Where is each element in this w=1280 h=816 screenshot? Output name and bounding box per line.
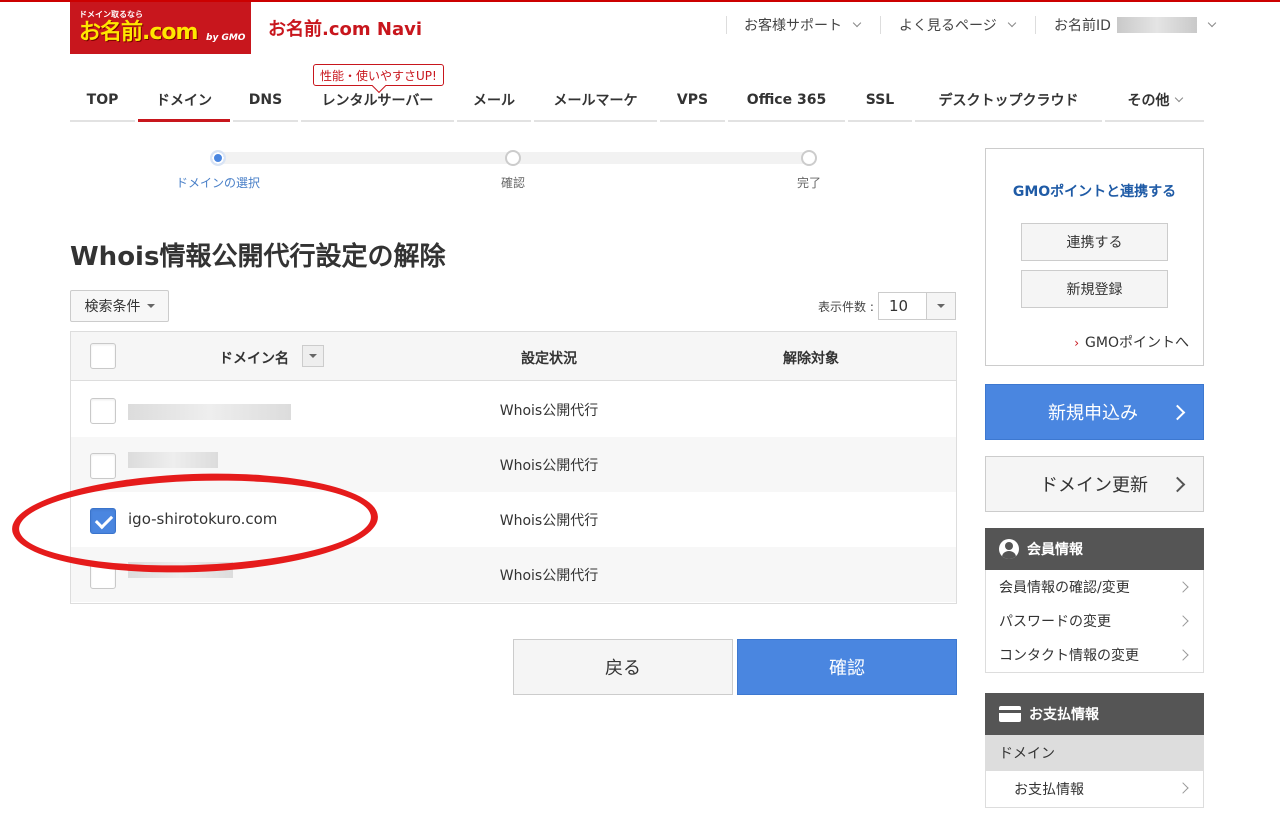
caret-down-icon	[146, 304, 155, 308]
chevron-right-icon	[1169, 476, 1186, 493]
chevron-right-icon	[1177, 782, 1189, 794]
member-info-title: 会員情報	[1027, 542, 1083, 558]
display-count-value: 10	[889, 297, 909, 315]
tab-dns[interactable]: DNS	[233, 80, 298, 122]
password-change-link[interactable]: パスワードの変更	[986, 604, 1203, 638]
onamae-logo[interactable]: ドメイン取るなら お名前.com by GMO	[70, 2, 251, 54]
table-row: Whois公開代行	[71, 382, 956, 437]
back-button[interactable]: 戻る	[513, 639, 733, 695]
domain-renewal-label: ドメイン更新	[1040, 475, 1148, 496]
chevron-right-icon	[1169, 404, 1186, 421]
select-all-checkbox[interactable]	[90, 343, 116, 369]
gmo-points-panel: GMOポイントと連携する 連携する 新規登録 › GMOポイントへ	[985, 148, 1204, 366]
header-divider	[880, 16, 881, 34]
gmo-link-button[interactable]: 連携する	[1021, 223, 1168, 261]
tab-domain[interactable]: ドメイン	[138, 80, 230, 122]
masked-domain-name	[128, 452, 218, 468]
row-checkbox[interactable]	[90, 453, 116, 479]
column-release-target: 解除対象	[783, 351, 839, 367]
payment-info-header: お支払情報	[985, 693, 1204, 735]
support-menu-label: お客様サポート	[744, 18, 842, 34]
payment-info-list: ドメイン お支払情報	[985, 735, 1204, 808]
step-label-complete: 完了	[796, 176, 822, 190]
tab-other[interactable]: その他	[1105, 80, 1204, 122]
faq-menu[interactable]: よく見るページ	[899, 14, 1016, 36]
chevron-down-icon	[852, 18, 862, 28]
new-application-label: 新規申込み	[1048, 403, 1138, 424]
user-icon	[999, 539, 1019, 559]
payment-info-link[interactable]: お支払情報	[986, 771, 1203, 807]
tab-desktop-cloud[interactable]: デスクトップクラウド	[915, 80, 1102, 122]
account-id-masked	[1116, 17, 1197, 33]
gmo-register-button[interactable]: 新規登録	[1021, 270, 1168, 308]
tab-office365[interactable]: Office 365	[728, 80, 845, 122]
payment-info-title: お支払情報	[1029, 707, 1099, 723]
gmo-points-title: GMOポイントと連携する	[1012, 184, 1177, 200]
chevron-down-icon	[1174, 93, 1183, 103]
domain-renewal-button[interactable]: ドメイン更新	[985, 456, 1204, 512]
step-dot-select	[210, 150, 226, 166]
main-nav: TOP ドメイン DNS レンタルサーバー メール メールマーケ VPS Off…	[70, 80, 1204, 122]
column-setting-status: 設定状況	[521, 351, 577, 367]
member-info-list: 会員情報の確認/変更 パスワードの変更 コンタクト情報の変更	[985, 570, 1204, 673]
confirm-button[interactable]: 確認	[737, 639, 957, 695]
member-info-edit-link[interactable]: 会員情報の確認/変更	[986, 570, 1203, 604]
credit-card-icon	[999, 706, 1021, 722]
tab-ssl[interactable]: SSL	[848, 80, 912, 122]
caret-down-icon	[936, 304, 945, 308]
app-title[interactable]: お名前.com Navi	[268, 15, 422, 41]
logo-gmo-text: by GMO	[206, 33, 246, 43]
step-label-select: ドメインの選択	[175, 176, 261, 190]
header-divider	[1035, 16, 1036, 34]
chevron-down-icon	[1207, 18, 1217, 28]
gmo-points-link-label: GMOポイントへ	[1085, 335, 1189, 351]
display-count-label: 表示件数 :	[818, 300, 874, 314]
member-info-header: 会員情報	[985, 528, 1204, 570]
support-menu[interactable]: お客様サポート	[744, 14, 862, 36]
new-application-button[interactable]: 新規申込み	[985, 384, 1204, 440]
step-dot-confirm	[505, 150, 521, 166]
tab-top[interactable]: TOP	[70, 80, 135, 122]
masked-domain-name	[128, 404, 291, 420]
account-menu[interactable]: お名前ID	[1054, 14, 1217, 36]
logo-main-text: お名前.com	[79, 20, 198, 45]
promo-badge: 性能・使いやすさUP!	[313, 64, 444, 86]
chevron-down-icon	[1007, 18, 1016, 28]
caret-down-icon	[309, 354, 317, 358]
tab-other-label: その他	[1127, 93, 1170, 109]
tab-mail[interactable]: メール	[457, 80, 531, 122]
table-header: ドメイン名 設定状況 解除対象	[71, 332, 956, 381]
display-count-select[interactable]: 10	[878, 292, 956, 320]
column-domain-name: ドメイン名	[219, 351, 289, 367]
faq-menu-label: よく見るページ	[899, 18, 997, 34]
header-divider	[726, 16, 727, 34]
chevron-right-icon	[1177, 581, 1189, 593]
step-label-confirm: 確認	[500, 176, 526, 190]
tab-mail-marketing[interactable]: メールマーケ	[534, 80, 657, 122]
display-count-dropdown[interactable]	[925, 293, 955, 319]
sort-domain-button[interactable]	[302, 345, 324, 367]
payment-section-domain: ドメイン	[986, 735, 1203, 771]
chevron-right-icon: ›	[1074, 336, 1080, 350]
chevron-right-icon	[1177, 649, 1189, 661]
contact-info-change-link[interactable]: コンタクト情報の変更	[986, 638, 1203, 672]
chevron-right-icon	[1177, 615, 1189, 627]
gmo-points-link[interactable]: › GMOポイントへ	[1074, 332, 1189, 352]
page-title: Whois情報公開代行設定の解除	[70, 242, 446, 272]
step-dot-complete	[801, 150, 817, 166]
row-checkbox[interactable]	[90, 398, 116, 424]
search-conditions-label: 検索条件	[84, 299, 141, 315]
search-conditions-button[interactable]: 検索条件	[70, 290, 169, 322]
tab-vps[interactable]: VPS	[660, 80, 725, 122]
account-label: お名前ID	[1054, 18, 1111, 34]
